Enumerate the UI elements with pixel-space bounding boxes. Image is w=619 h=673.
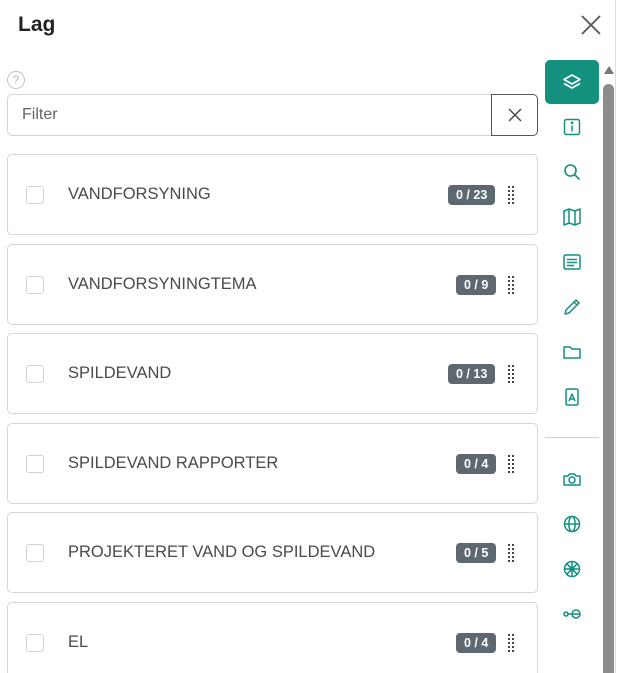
panel-title: Lag	[18, 13, 56, 36]
layer-count-badge: 0 / 23	[448, 185, 496, 205]
map-icon	[563, 208, 581, 226]
drag-handle-icon[interactable]	[508, 186, 514, 205]
layer-name: PROJEKTERET VAND OG SPILDEVAND	[68, 543, 376, 561]
layer-count-badge: 0 / 4	[456, 633, 497, 653]
tool-globe-button[interactable]	[545, 502, 599, 546]
tool-layers-button[interactable]	[545, 60, 599, 104]
drag-handle-icon[interactable]	[508, 455, 514, 474]
tool-info-button[interactable]	[545, 105, 599, 149]
drag-handle-icon[interactable]	[508, 634, 514, 653]
layer-row[interactable]: VANDFORSYNINGTEMA 0 / 9	[7, 244, 538, 325]
layer-checkbox[interactable]	[26, 186, 44, 204]
filter-group	[7, 94, 538, 136]
scroll-up-arrow-icon[interactable]	[604, 66, 614, 74]
layer-row[interactable]: SPILDEVAND RAPPORTER 0 / 4	[7, 423, 538, 504]
layer-name: EL	[68, 633, 89, 651]
wheel-icon	[563, 560, 581, 578]
pencil-icon	[564, 299, 580, 315]
panel-edge	[615, 0, 616, 673]
layer-name: VANDFORSYNINGTEMA	[68, 275, 257, 293]
tool-text-button[interactable]	[545, 240, 599, 284]
layer-count-badge: 0 / 4	[456, 454, 497, 474]
layer-name: VANDFORSYNING	[68, 185, 211, 203]
layer-row[interactable]: VANDFORSYNING 0 / 23	[7, 154, 538, 235]
toolbar-divider	[545, 437, 599, 438]
folder-icon	[563, 346, 581, 359]
drag-handle-icon[interactable]	[508, 276, 514, 295]
drag-handle-icon[interactable]	[508, 544, 514, 563]
layer-checkbox[interactable]	[26, 634, 44, 652]
tool-map-button[interactable]	[545, 195, 599, 239]
close-button[interactable]	[578, 12, 604, 38]
layer-count-badge: 0 / 13	[448, 364, 496, 384]
text-lines-icon	[563, 254, 581, 270]
layer-name: SPILDEVAND	[68, 364, 172, 382]
close-icon	[581, 15, 601, 35]
measure-icon	[563, 609, 581, 619]
tool-folder-button[interactable]	[545, 330, 599, 374]
layer-row[interactable]: EL 0 / 4	[7, 602, 538, 673]
layer-count-badge: 0 / 5	[456, 543, 497, 563]
layer-row[interactable]: PROJEKTERET VAND OG SPILDEVAND 0 / 5	[7, 512, 538, 593]
tool-wheel-button[interactable]	[545, 547, 599, 591]
pdf-icon	[565, 388, 579, 406]
layer-count-badge: 0 / 9	[456, 275, 497, 295]
filter-clear-button[interactable]	[491, 94, 538, 136]
tool-measure-button[interactable]	[545, 592, 599, 636]
layer-checkbox[interactable]	[26, 544, 44, 562]
drag-handle-icon[interactable]	[508, 365, 514, 384]
layer-checkbox[interactable]	[26, 365, 44, 383]
filter-input[interactable]	[7, 94, 492, 136]
layer-name: SPILDEVAND RAPPORTER	[68, 454, 279, 472]
search-icon	[564, 164, 581, 181]
layer-checkbox[interactable]	[26, 276, 44, 294]
layer-row[interactable]: SPILDEVAND 0 / 13	[7, 333, 538, 414]
tool-pdf-button[interactable]	[545, 375, 599, 419]
info-icon	[563, 118, 581, 136]
help-icon[interactable]: ?	[7, 71, 25, 89]
scrollbar[interactable]	[603, 62, 615, 673]
scrollbar-thumb[interactable]	[603, 84, 614, 673]
tool-camera-button[interactable]	[545, 457, 599, 501]
globe-icon	[563, 515, 581, 533]
camera-icon	[563, 473, 581, 486]
clear-icon	[508, 108, 521, 122]
layer-checkbox[interactable]	[26, 455, 44, 473]
tool-search-button[interactable]	[545, 150, 599, 194]
tool-draw-button[interactable]	[545, 285, 599, 329]
layers-icon	[563, 74, 581, 89]
